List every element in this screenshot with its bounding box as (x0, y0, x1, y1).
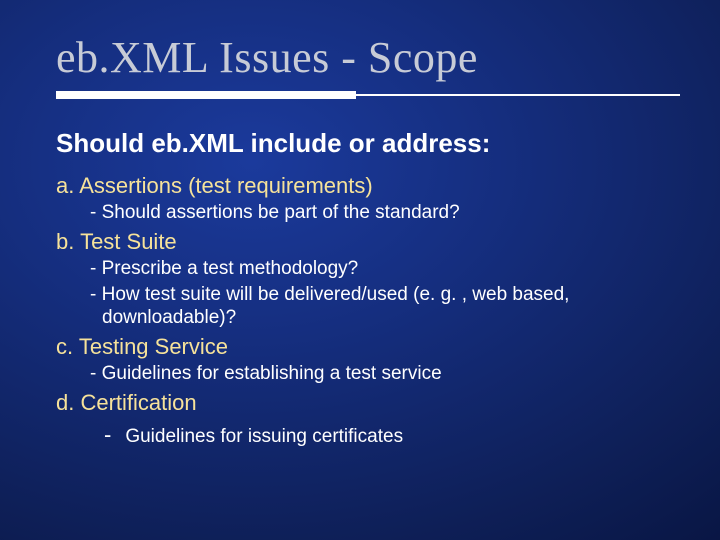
slide-body: Should eb.XML include or address: a. Ass… (56, 128, 670, 450)
item-a: a. Assertions (test requirements) (56, 173, 670, 199)
item-d-sub-text: Guidelines for issuing certificates (125, 426, 403, 447)
underline-thick (56, 91, 356, 99)
item-a-sub-1: - Should assertions be part of the stand… (90, 201, 670, 225)
item-c-sub-1: - Guidelines for establishing a test ser… (90, 362, 670, 386)
item-b-sub-1: - Prescribe a test methodology? (90, 257, 670, 281)
title-block: eb.XML Issues - Scope (56, 32, 680, 99)
slide: eb.XML Issues - Scope Should eb.XML incl… (0, 0, 720, 540)
item-b-sub-2: - How test suite will be delivered/used … (90, 283, 670, 331)
underline-thin (356, 94, 680, 96)
title-underline (56, 91, 680, 99)
slide-title: eb.XML Issues - Scope (56, 32, 680, 83)
dash-icon: - (104, 422, 111, 448)
item-c: c. Testing Service (56, 334, 670, 360)
item-d-sub-1: -Guidelines for issuing certificates (90, 422, 670, 448)
item-b: b. Test Suite (56, 229, 670, 255)
item-d: d. Certification (56, 390, 670, 416)
body-heading: Should eb.XML include or address: (56, 128, 670, 159)
